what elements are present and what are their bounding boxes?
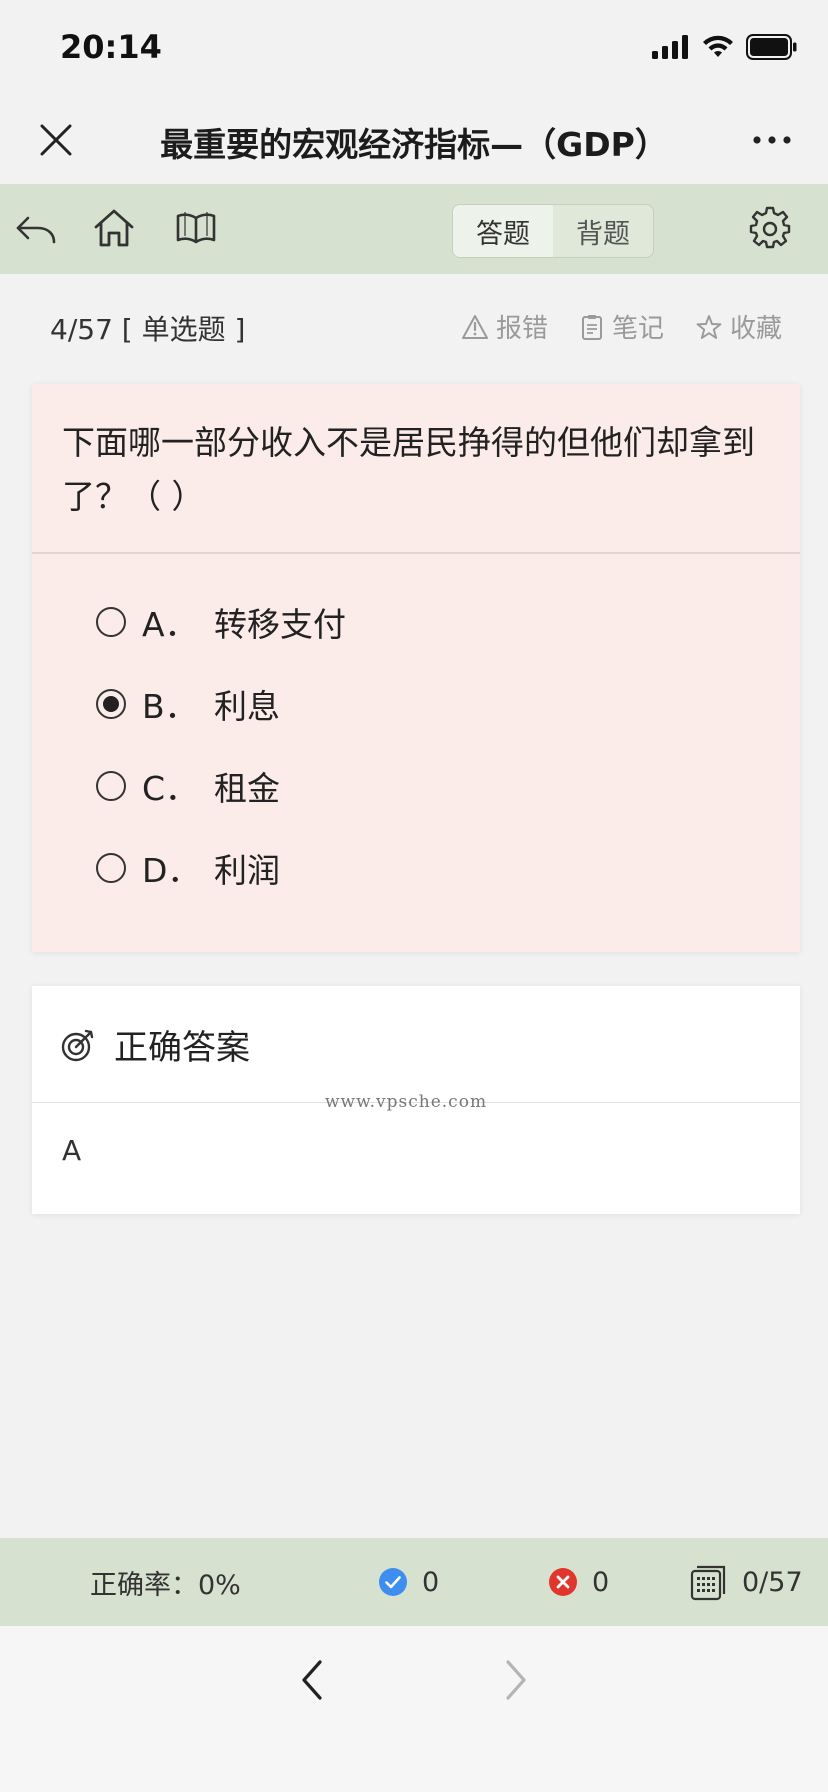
check-circle-icon — [379, 1568, 407, 1596]
answered-count: 0/57 — [742, 1566, 803, 1598]
option-letter: B． — [142, 687, 198, 726]
option-letter: D． — [142, 851, 201, 890]
status-icons — [652, 34, 798, 60]
correct-stat: 0 — [378, 1538, 439, 1626]
wrong-stat: 0 — [548, 1538, 609, 1626]
target-icon — [61, 1029, 94, 1061]
status-bar: 20:14 — [0, 0, 828, 96]
answer-header: 正确答案 — [60, 1020, 250, 1069]
wifi-icon — [703, 35, 733, 57]
option-text: 利息 — [214, 687, 280, 726]
toolbar: 答题 背题 — [0, 184, 828, 274]
page: 20:14 最重要的宏观经济指标—（GDP） 答题 背题 4/57 [单选题 … — [0, 0, 828, 1792]
home-icon[interactable] — [92, 206, 136, 250]
battery-icon — [746, 34, 797, 60]
question-meta: 4/57 [ 单选题 ] 报错 笔记 收藏 — [0, 296, 828, 360]
prev-arrow-icon[interactable] — [290, 1654, 334, 1706]
radio-icon — [96, 853, 126, 883]
option-c[interactable]: C． 租金 — [96, 756, 280, 816]
option-letter: C． — [142, 769, 199, 808]
back-icon[interactable] — [14, 206, 58, 250]
mode-toggle: 答题 背题 — [452, 204, 654, 258]
answer-value: A — [62, 1134, 82, 1167]
note-button[interactable]: 笔记 — [580, 308, 664, 345]
option-a[interactable]: A． 转移支付 — [96, 592, 346, 652]
more-icon[interactable] — [752, 130, 792, 150]
favorite-label: 收藏 — [729, 314, 782, 344]
favorite-button[interactable]: 收藏 — [696, 308, 782, 345]
question-card: 下面哪一部分收入不是居民挣得的但他们却拿到了？（ ） A． 转移支付 B． 利息… — [32, 384, 800, 952]
bottom-nav — [0, 1626, 828, 1792]
radio-icon — [96, 607, 126, 637]
page-title: 最重要的宏观经济指标—（GDP） — [160, 125, 668, 164]
note-icon — [581, 314, 602, 340]
question-stem: 下面哪一部分收入不是居民挣得的但他们却拿到了？（ ） — [62, 423, 755, 516]
option-text: 转移支付 — [214, 605, 346, 644]
watermark: www.vpsche.com — [325, 1092, 488, 1112]
answer-sheet-icon — [690, 1565, 726, 1601]
radio-selected-icon — [96, 689, 126, 719]
answer-heading: 正确答案 — [114, 1028, 250, 1068]
question-divider — [32, 552, 800, 554]
tab-memorize[interactable]: 背题 — [553, 205, 653, 257]
question-progress: 4/57 [ 单选题 ] — [50, 313, 246, 346]
book-icon[interactable] — [174, 206, 218, 250]
correct-count: 0 — [422, 1566, 440, 1598]
gear-icon[interactable] — [748, 206, 792, 250]
accuracy-stat: 正确率：0% — [90, 1538, 241, 1626]
warning-icon — [461, 314, 488, 339]
option-d[interactable]: D． 利润 — [96, 838, 280, 898]
status-time: 20:14 — [60, 28, 162, 66]
radio-icon — [96, 771, 126, 801]
stats-bar: 正确率：0% 0 0 0/57 — [0, 1538, 828, 1626]
report-error-button[interactable]: 报错 — [461, 308, 548, 345]
report-error-label: 报错 — [495, 314, 548, 344]
star-icon — [696, 314, 722, 339]
option-b[interactable]: B． 利息 — [96, 674, 280, 734]
wrong-count: 0 — [592, 1566, 610, 1598]
option-text: 租金 — [214, 769, 280, 808]
signal-icon — [652, 35, 688, 59]
x-circle-icon — [549, 1568, 577, 1596]
answer-sheet-button[interactable]: 0/57 — [690, 1538, 803, 1626]
accuracy-text: 正确率：0% — [90, 1569, 241, 1601]
next-arrow-icon[interactable] — [494, 1654, 538, 1706]
note-label: 笔记 — [611, 314, 664, 344]
question-actions: 报错 笔记 收藏 — [461, 308, 782, 345]
option-text: 利润 — [214, 851, 280, 890]
option-letter: A． — [142, 605, 198, 644]
nav-bar: 最重要的宏观经济指标—（GDP） — [0, 96, 828, 184]
tab-answer[interactable]: 答题 — [453, 205, 553, 257]
close-icon[interactable] — [38, 122, 74, 158]
